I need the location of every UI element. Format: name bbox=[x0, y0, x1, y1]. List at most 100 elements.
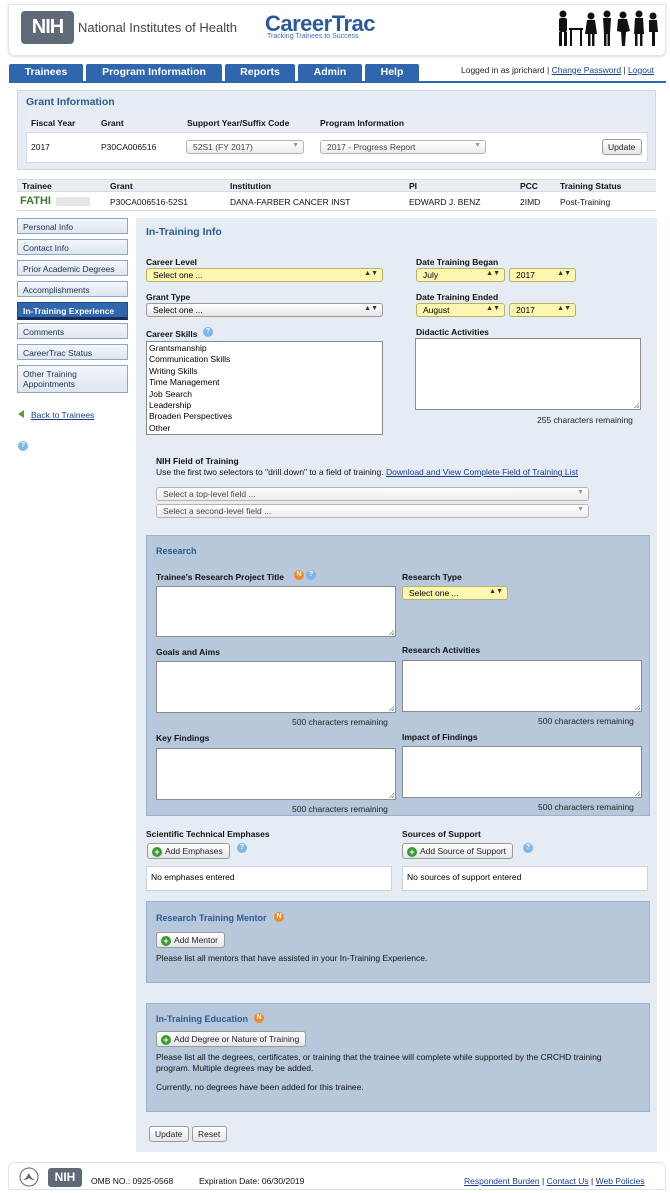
footer-nih-logo[interactable]: NIH bbox=[48, 1168, 82, 1187]
col-institution: Institution bbox=[230, 181, 272, 191]
respondent-burden-link[interactable]: Respondent Burden bbox=[464, 1176, 540, 1186]
sidebar-item-careertrac-status[interactable]: CareerTrac Status bbox=[17, 344, 128, 360]
didactic-textarea[interactable] bbox=[415, 338, 641, 410]
education-note-line2: program. Multiple degrees may be added. bbox=[156, 1063, 314, 1073]
sidebar-item-personal-info[interactable]: Personal Info bbox=[17, 218, 128, 234]
sidebar-item-in-training-experience[interactable]: In-Training Experience bbox=[17, 302, 128, 320]
separator: | bbox=[623, 65, 626, 75]
sidebar-item-comments[interactable]: Comments bbox=[17, 323, 128, 339]
goals-textarea[interactable] bbox=[156, 661, 396, 713]
emphases-help-icon[interactable]: ? bbox=[237, 843, 247, 853]
tab-reports[interactable]: Reports bbox=[225, 64, 295, 81]
list-item[interactable]: Writing Skills bbox=[149, 366, 380, 377]
research-type-select[interactable]: Select one ... ▲▼ bbox=[402, 586, 508, 600]
trainee-pi: EDWARD J. BENZ bbox=[409, 197, 481, 207]
plus-icon: + bbox=[407, 847, 417, 857]
reset-button[interactable]: Reset bbox=[192, 1126, 228, 1142]
trainee-row-divider bbox=[17, 210, 656, 211]
education-title: In-Training Education bbox=[156, 1014, 248, 1024]
date-began-year-select[interactable]: 2017 ▲▼ bbox=[509, 268, 576, 282]
list-item[interactable]: Grantsmanship bbox=[149, 343, 380, 354]
sidebar-item-contact-info[interactable]: Contact Info bbox=[17, 239, 128, 255]
trainee-name: FATHI bbox=[20, 195, 51, 207]
grant-update-button[interactable]: Update bbox=[602, 139, 643, 155]
project-title-textarea[interactable] bbox=[156, 586, 396, 637]
date-ended-month-select[interactable]: August ▲▼ bbox=[416, 303, 505, 317]
help-icon[interactable]: ? bbox=[18, 441, 28, 451]
update-button[interactable]: Update bbox=[149, 1126, 190, 1142]
add-mentor-button[interactable]: + Add Mentor bbox=[156, 932, 225, 948]
grant-type-select[interactable]: Select one ... ▲▼ bbox=[146, 303, 383, 317]
sidebar-item-prior-degrees[interactable]: Prior Academic Degrees bbox=[17, 260, 128, 276]
list-item[interactable]: Time Management bbox=[149, 377, 380, 388]
activities-textarea[interactable] bbox=[402, 660, 642, 712]
date-began-label: Date Training Began bbox=[416, 257, 499, 267]
trainee-status: Post-Training bbox=[560, 197, 611, 207]
change-password-link[interactable]: Change Password bbox=[552, 65, 621, 75]
new-badge-icon: N bbox=[294, 570, 304, 580]
people-silhouette-icon bbox=[559, 10, 658, 46]
col-pi: PI bbox=[409, 181, 418, 191]
didactic-label: Didactic Activities bbox=[416, 327, 489, 337]
emphases-empty: No emphases entered bbox=[151, 872, 235, 882]
list-item[interactable]: Broaden Perspectives bbox=[149, 411, 380, 422]
didactic-remaining: 255 characters remaining bbox=[537, 415, 633, 425]
web-policies-link[interactable]: Web Policies bbox=[596, 1176, 645, 1186]
trainee-pcc: 2IMD bbox=[520, 197, 541, 207]
footer-links: Respondent Burden | Contact Us | Web Pol… bbox=[464, 1176, 645, 1186]
fiscal-year-value: 2017 bbox=[31, 142, 50, 152]
trainee-institution: DANA-FARBER CANCER INST bbox=[230, 197, 351, 207]
second-level-field-select[interactable]: Select a second-level field ... ▼ bbox=[156, 504, 589, 518]
top-level-field-select[interactable]: Select a top-level field ... ▼ bbox=[156, 487, 589, 501]
trainee-name-redaction bbox=[56, 197, 90, 206]
date-ended-year-select[interactable]: 2017 ▲▼ bbox=[509, 303, 576, 317]
career-skills-help-icon[interactable]: ? bbox=[203, 327, 213, 337]
grant-value: P30CA006516 bbox=[101, 142, 157, 152]
career-level-select[interactable]: Select one ... ▲▼ bbox=[146, 268, 383, 282]
list-item[interactable]: Other bbox=[149, 423, 380, 434]
goals-label: Goals and Aims bbox=[156, 647, 220, 657]
nih-logo[interactable]: NIH bbox=[21, 11, 74, 44]
field-training-label: NIH Field of Training bbox=[156, 456, 239, 466]
list-item[interactable]: Leadership bbox=[149, 400, 380, 411]
grant-info-title: Grant Information bbox=[26, 96, 115, 108]
login-bar: Logged in as jprichard | Change Password… bbox=[461, 65, 654, 75]
logout-link[interactable]: Logout bbox=[628, 65, 654, 75]
field-list-link[interactable]: Download and View Complete Field of Trai… bbox=[386, 467, 578, 477]
add-degree-button[interactable]: + Add Degree or Nature of Training bbox=[156, 1031, 307, 1047]
back-to-trainees-link[interactable]: Back to Trainees bbox=[31, 410, 94, 420]
tab-program-information[interactable]: Program Information bbox=[86, 64, 222, 81]
education-note-line1: Please list all the degrees, certificate… bbox=[156, 1052, 602, 1062]
impact-textarea[interactable] bbox=[402, 746, 642, 798]
contact-us-link[interactable]: Contact Us bbox=[547, 1176, 589, 1186]
tab-trainees[interactable]: Trainees bbox=[9, 64, 83, 81]
support-box: No sources of support entered bbox=[402, 866, 648, 891]
list-item[interactable]: Communication Skills bbox=[149, 354, 380, 365]
support-year-select[interactable]: 52S1 (FY 2017) ▼ bbox=[186, 140, 304, 154]
expiration-date: Expiration Date: 06/30/2019 bbox=[199, 1176, 305, 1186]
program-info-select[interactable]: 2017 - Progress Report ▼ bbox=[320, 140, 486, 154]
tab-admin[interactable]: Admin bbox=[298, 64, 362, 81]
sidebar-item-accomplishments[interactable]: Accomplishments bbox=[17, 281, 128, 297]
findings-remaining: 500 characters remaining bbox=[292, 804, 388, 814]
hint-text: Use the first two selectors to "drill do… bbox=[156, 467, 384, 477]
arrow-left-icon bbox=[18, 410, 24, 418]
research-title: Research bbox=[156, 546, 197, 556]
list-item[interactable]: Job Search bbox=[149, 389, 380, 400]
add-support-button[interactable]: + Add Source of Support bbox=[402, 843, 514, 859]
plus-icon: + bbox=[161, 936, 171, 946]
date-began-month-select[interactable]: July ▲▼ bbox=[416, 268, 505, 282]
support-help-icon[interactable]: ? bbox=[523, 843, 533, 853]
career-skills-list[interactable]: Grantsmanship Communication Skills Writi… bbox=[146, 341, 383, 435]
tab-help[interactable]: Help bbox=[365, 64, 419, 81]
add-emphases-button[interactable]: + Add Emphases bbox=[147, 843, 230, 859]
form-title: In-Training Info bbox=[146, 226, 222, 238]
col-program-info: Program Information bbox=[320, 118, 405, 128]
findings-textarea[interactable] bbox=[156, 748, 396, 800]
project-title-help-icon[interactable]: ? bbox=[306, 570, 316, 580]
activities-remaining: 500 characters remaining bbox=[538, 716, 634, 726]
separator: | bbox=[542, 1176, 545, 1186]
sidebar-item-other-appointments[interactable]: Other Training Appointments bbox=[17, 365, 128, 393]
logged-in-text: Logged in as jprichard bbox=[461, 65, 545, 75]
research-type-label: Research Type bbox=[402, 572, 462, 582]
